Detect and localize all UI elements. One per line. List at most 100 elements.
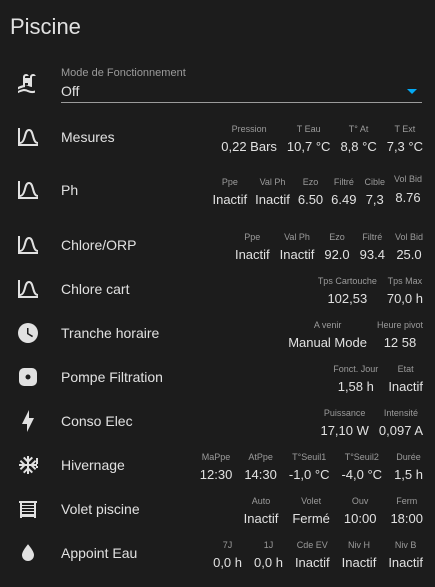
attribute-label: Intensité (383, 408, 418, 418)
attribute: Cde EV Inactif (295, 539, 330, 572)
attribute-label: Volet (301, 496, 322, 506)
entity-name: Hivernage (61, 457, 125, 473)
attribute-value: Inactif (234, 247, 270, 262)
entity-name: Appoint Eau (61, 545, 138, 561)
attribute-label: Ppe (244, 232, 261, 242)
window-shutter-icon (16, 497, 40, 521)
attribute-value: Inactif (294, 555, 330, 570)
attribute-value: 8,8 °C (340, 139, 377, 154)
attribute-value: 6.49 (331, 192, 357, 207)
attribute: Val Ph Inactif (280, 231, 315, 264)
attribute: Auto Inactif (244, 495, 279, 528)
attribute-label: Durée (396, 452, 421, 462)
attribute: 1J 0,0 h (254, 539, 283, 572)
entity-row-volet-piscine[interactable]: Volet piscine Auto Inactif Volet Fermé Ouv… (0, 490, 435, 530)
attribute-label: Cde EV (296, 540, 328, 550)
attribute-value: -1,0 °C (288, 467, 330, 482)
attribute-label: Ezo (302, 177, 319, 187)
attribute-label: Tps Cartouche (317, 276, 377, 286)
attribute-label: Cible (364, 177, 385, 187)
attribute-value: 0,0 h (213, 555, 243, 570)
attribute-label: Ppe (221, 177, 238, 187)
attribute: 7J 0,0 h (213, 539, 242, 572)
attribute: Tps Cartouche 102,53 (318, 275, 377, 308)
attribute: Filtré 6.49 (331, 176, 356, 209)
attribute: Fonct. Jour 1,58 h (333, 363, 378, 396)
entity-row-appoint-eau[interactable]: Appoint Eau 7J 0,0 h 1J 0,0 h Cde EV Inacti… (0, 534, 435, 574)
attribute-label: 1J (263, 540, 274, 550)
attribute-label: Etat (397, 364, 414, 374)
attribute-label: A venir (313, 320, 342, 330)
dropdown-arrow-icon[interactable] (407, 89, 417, 94)
attribute-label: T Ext (394, 124, 416, 134)
attribute-label: Val Ph (284, 232, 310, 242)
entity-row-hivernage[interactable]: Hivernage MaPpe 12:30 AtPpe 14:30 T°Seuil1… (0, 446, 435, 486)
attribute-label: Vol Bid (393, 174, 423, 184)
attribute-label: Ezo (329, 232, 345, 242)
attribute: Niv B Inactif (388, 539, 423, 572)
entity-name: Chlore/ORP (61, 237, 137, 253)
attribute-label: Filtré (333, 177, 354, 187)
attribute: T°Seuil2 -4,0 °C (341, 451, 382, 484)
attribute-value: Manual Mode (288, 335, 367, 350)
attribute-value: 18:00 (390, 511, 423, 526)
attribute-label: Auto (251, 496, 271, 506)
attribute: A venir Manual Mode (288, 319, 367, 352)
attribute-label: Tps Max (387, 276, 423, 286)
chart-bell-curve-icon (16, 178, 40, 202)
attribute: Durée 1,5 h (394, 451, 423, 484)
entity-name: Mesures (61, 129, 115, 145)
attribute: Ezo 6.50 (298, 176, 323, 209)
attribute-value: Inactif (279, 247, 315, 262)
attribute-label: Niv H (347, 540, 370, 550)
entity-row-chlore-cart[interactable]: Chlore cart Tps Cartouche 102,53 Tps Max 7… (0, 270, 435, 310)
attribute-value: 17,10 W (320, 423, 369, 438)
entity-name: Ph (61, 182, 79, 198)
snowflake-alert-icon (16, 453, 40, 477)
chart-bell-curve-icon (16, 125, 40, 149)
attribute: Puissance 17,10 W (320, 407, 368, 440)
attribute-value: 14:30 (244, 467, 277, 482)
attribute-value: Inactif (388, 555, 423, 570)
attribute-label: T° At (348, 124, 369, 134)
attribute: Val Ph Inactif (255, 176, 290, 209)
attribute-label: AtPpe (248, 452, 273, 462)
attribute-value: 92.0 (324, 247, 350, 262)
attribute-value: 1,58 h (337, 379, 374, 394)
entity-name: Volet piscine (61, 501, 140, 517)
attribute: Filtré 93.4 (360, 231, 385, 264)
attribute-value: Inactif (212, 192, 248, 207)
attribute-value: 10,7 °C (286, 139, 331, 154)
entity-row-mesures[interactable]: Mesures Pression 0,22 Bars T Eau 10,7 °C T… (0, 118, 435, 158)
attribute-value: 12:30 (199, 467, 233, 482)
entity-row-pompe-filtration[interactable]: Pompe Filtration Fonct. Jour 1,58 h Etat I… (0, 358, 435, 398)
attribute: T Eau 10,7 °C (287, 123, 331, 156)
attribute-label: Filtré (362, 232, 383, 242)
pool-icon (16, 72, 40, 96)
attribute: Ppe Inactif (212, 176, 247, 209)
attribute-value: 93.4 (359, 247, 385, 262)
attribute: Vol Bid 8.76 (393, 170, 423, 209)
chart-bell-curve-icon (16, 233, 40, 257)
entity-row-tranche-horaire[interactable]: Tranche horaire A venir Manual Mode Heure… (0, 314, 435, 354)
mode-select-value[interactable]: Off (61, 83, 79, 99)
attribute: Heure pivot 12 58 (377, 319, 423, 352)
attribute: Ouv 10:00 (344, 495, 377, 528)
attribute-label: Pression (231, 124, 267, 134)
attribute: Vol Bid 25.0 (395, 231, 423, 264)
attribute-value: Inactif (341, 555, 377, 570)
attribute-label: Puissance (323, 408, 366, 418)
entity-row-conso-elec[interactable]: Conso Elec Puissance 17,10 W Intensité 0,0… (0, 402, 435, 442)
attribute-label: Heure pivot (376, 320, 423, 330)
entity-name: Conso Elec (61, 413, 133, 429)
chart-bell-curve-icon (16, 277, 40, 301)
entity-row-ph[interactable]: Ph Ppe Inactif Val Ph Inactif Ezo 6.50 Filt… (0, 171, 435, 211)
lightning-bolt-icon (16, 409, 40, 433)
entity-row-chlore-orp[interactable]: Chlore/ORP Ppe Inactif Val Ph Inactif Ezo 9… (0, 226, 435, 266)
attribute-label: MaPpe (201, 452, 231, 462)
attribute-value: 7,3 °C (386, 139, 423, 154)
attribute-label: Vol Bid (394, 232, 423, 242)
attribute-value: 25.0 (396, 247, 422, 262)
attribute-value: 0,097 A (378, 423, 423, 438)
attribute-value: 1,5 h (394, 467, 423, 482)
